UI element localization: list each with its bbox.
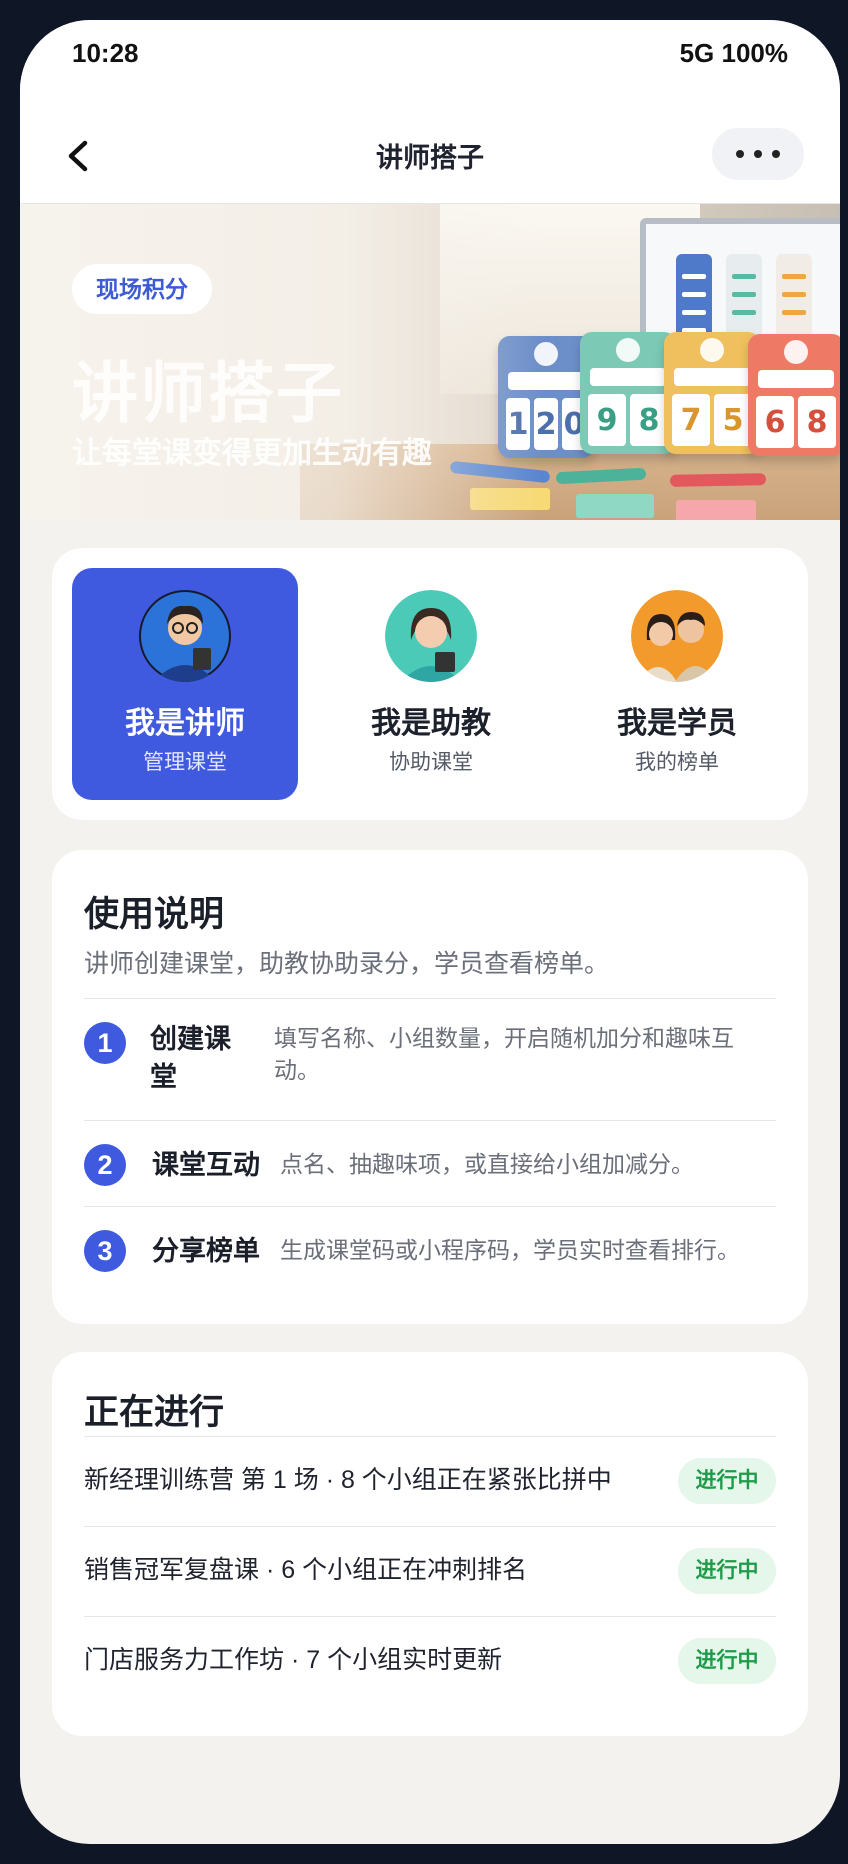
score-digit: 7 <box>672 394 710 446</box>
score-card: 9 8 <box>580 332 676 454</box>
hero-title: 讲师搭子 <box>72 356 344 430</box>
role-teacher-button[interactable]: 我是讲师 管理课堂 <box>72 568 298 800</box>
pen-illustration <box>669 473 767 487</box>
role-student-button[interactable]: 我是学员 我的榜单 <box>564 568 790 800</box>
status-badge: 进行中 <box>678 1548 776 1594</box>
role-assistant-button[interactable]: 我是助教 协助课堂 <box>318 568 544 800</box>
step-description: 填写名称、小组数量，开启随机加分和趣味互 动。 <box>274 1025 734 1083</box>
status-time: 10:28 <box>72 38 139 68</box>
running-sessions-card: 正在进行 新经理训练营 第 1 场 · 8 个小组正在紧张比拼中 进行中 销售冠… <box>52 1352 808 1736</box>
step-number-badge: 1 <box>84 1022 126 1064</box>
score-digit: 9 <box>588 394 626 446</box>
guide-title: 使用说明 <box>84 895 225 934</box>
more-dots-icon <box>736 150 744 158</box>
nav-bar: 讲师搭子 <box>20 112 840 204</box>
status-badge: 进行中 <box>678 1638 776 1684</box>
divider <box>84 1616 776 1617</box>
status-bar: 10:28 5G 100% <box>20 20 840 112</box>
divider <box>84 1526 776 1527</box>
role-selector: 我是讲师 管理课堂 我是助教 协助课堂 我是学员 我的榜单 <box>52 548 808 820</box>
teacher-avatar <box>139 590 231 682</box>
divider <box>84 1120 776 1121</box>
role-subtitle: 管理课堂 <box>143 751 227 774</box>
student-avatar <box>631 590 723 682</box>
hero-subtitle: 让每堂课变得更加生动有趣 <box>72 437 432 470</box>
step-description: 点名、抽趣味项，或直接给小组加减分。 <box>280 1151 694 1177</box>
hero-tag: 现场积分 <box>72 264 212 314</box>
session-item-text[interactable]: 销售冠军复盘课 · 6 个小组正在冲刺排名 <box>84 1550 527 1586</box>
role-title: 我是学员 <box>617 707 737 740</box>
step-title: 分享榜单 <box>152 1236 260 1266</box>
step-number-badge: 2 <box>84 1144 126 1186</box>
divider <box>84 1436 776 1437</box>
role-subtitle: 协助课堂 <box>389 751 473 774</box>
step-number-badge: 3 <box>84 1230 126 1272</box>
status-badge: 进行中 <box>678 1458 776 1504</box>
session-item-text[interactable]: 新经理训练营 第 1 场 · 8 个小组正在紧张比拼中 <box>84 1460 612 1496</box>
score-card: 7 5 <box>664 332 760 454</box>
hero-banner: 1 2 0 9 8 7 5 6 8 <box>20 204 840 520</box>
running-title: 正在进行 <box>84 1393 225 1432</box>
step-title: 课堂互动 <box>152 1150 260 1180</box>
score-digit: 8 <box>630 394 668 446</box>
role-subtitle: 我的榜单 <box>635 751 719 774</box>
role-title: 我是讲师 <box>125 707 245 740</box>
usage-guide-card: 使用说明 讲师创建课堂，助教协助录分，学员查看榜单。 1 创建课 堂 填写名称、… <box>52 850 808 1324</box>
status-signal-battery: 5G 100% <box>679 38 788 68</box>
score-digit: 8 <box>798 396 836 448</box>
divider <box>84 998 776 999</box>
step-description: 生成课堂码或小程序码，学员实时查看排行。 <box>280 1237 740 1263</box>
session-item-text[interactable]: 门店服务力工作坊 · 7 个小组实时更新 <box>84 1640 502 1676</box>
score-digit: 6 <box>756 396 794 448</box>
score-digit: 5 <box>714 394 752 446</box>
score-card: 6 8 <box>748 334 840 456</box>
role-title: 我是助教 <box>371 707 491 740</box>
divider <box>84 1206 776 1207</box>
sticky-note-illustration <box>676 500 756 520</box>
step-title: 创建课 堂 <box>150 1024 231 1092</box>
guide-description: 讲师创建课堂，助教协助录分，学员查看榜单。 <box>84 950 610 978</box>
assistant-avatar <box>385 590 477 682</box>
phone-screen: 10:28 5G 100% 讲师搭子 2 0 9 8 7 5 6 8 现场积分 … <box>20 20 840 1844</box>
more-button[interactable] <box>712 128 804 180</box>
sticky-note-illustration <box>576 494 654 518</box>
